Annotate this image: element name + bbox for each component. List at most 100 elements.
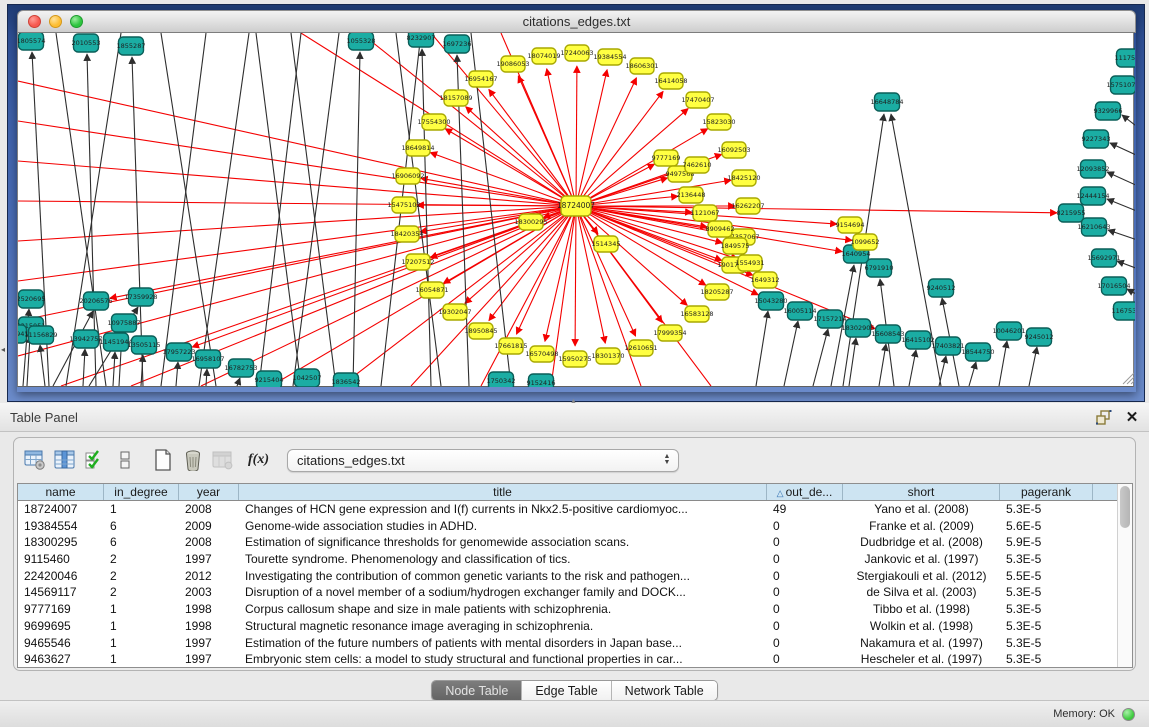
graph-node-yellow[interactable]: 1554931	[736, 255, 765, 271]
column-header-name[interactable]: name	[18, 484, 104, 500]
graph-node-yellow[interactable]: 17661815	[494, 338, 527, 354]
graph-node-yellow[interactable]: 15823030	[702, 114, 735, 130]
graph-node-teal[interactable]: 1055328	[347, 33, 376, 50]
row-height-icon[interactable]	[112, 447, 138, 473]
graph-node-teal[interactable]: 20206576	[79, 292, 112, 310]
graph-node-yellow[interactable]: 1849575	[721, 238, 750, 254]
graph-node-teal[interactable]: 6791910	[865, 259, 894, 277]
graph-node-teal[interactable]: 17359928	[124, 288, 157, 306]
scrollbar-thumb[interactable]	[1120, 486, 1130, 528]
table-settings-icon[interactable]	[22, 447, 48, 473]
table-row[interactable]: 946362711997Embryonic stem cells: a mode…	[18, 651, 1117, 667]
table-row[interactable]: 2242004622012Investigating the contribut…	[18, 568, 1117, 585]
graph-node-yellow[interactable]: 9777169	[652, 150, 681, 166]
graph-node-teal[interactable]: 8215955	[1057, 204, 1086, 222]
table-row[interactable]: 911546021997Tourette syndrome. Phenomeno…	[18, 551, 1117, 568]
graph-node-teal[interactable]: 9245012	[1025, 328, 1054, 346]
table-row[interactable]: 1456911722003Disruption of a novel membe…	[18, 584, 1117, 601]
graph-node-teal[interactable]: 8232907	[407, 33, 436, 47]
table-row[interactable]: 1830029562008Estimation of significance …	[18, 534, 1117, 551]
graph-node-yellow[interactable]: 16092503	[717, 142, 750, 158]
graph-node-teal[interactable]: 13505115	[127, 336, 160, 354]
new-table-icon[interactable]	[150, 447, 176, 473]
graph-node-yellow[interactable]: 18606301	[625, 58, 658, 74]
graph-node-yellow[interactable]: 18950845	[464, 323, 497, 339]
graph-node-yellow[interactable]: 17999354	[653, 325, 686, 341]
graph-node-teal[interactable]: 1836542	[332, 373, 361, 387]
graph-node-teal[interactable]: 12444154	[1076, 187, 1109, 205]
graph-node-teal[interactable]: 16958107	[191, 350, 224, 368]
table-row[interactable]: 1872400712008Changes of HCN gene express…	[18, 501, 1117, 518]
graph-node-yellow[interactable]: 15475102	[387, 197, 420, 213]
graph-node-yellow[interactable]: 18300295	[514, 214, 547, 230]
network-canvas[interactable]: 1805574201055318552871055328823290716972…	[17, 33, 1134, 387]
graph-node-teal[interactable]: 16648784	[870, 93, 903, 111]
graph-node-teal[interactable]: 1805574	[18, 33, 45, 50]
float-panel-button[interactable]	[1093, 407, 1115, 427]
graph-node-teal[interactable]: 10046201	[992, 322, 1025, 340]
graph-node-yellow[interactable]: 18205287	[700, 284, 733, 300]
graph-node-teal[interactable]: 9215404	[255, 371, 284, 387]
tab-node-table[interactable]: Node Table	[432, 681, 522, 700]
graph-node-teal[interactable]: 2520695	[18, 290, 45, 308]
graph-node-teal[interactable]: 18544750	[961, 343, 994, 361]
column-header-outde[interactable]: △out_de...	[767, 484, 843, 500]
column-header-pagerank[interactable]: pagerank	[1000, 484, 1093, 500]
graph-node-yellow[interactable]: 17554300	[417, 114, 450, 130]
graph-node-teal[interactable]: 10975887	[107, 314, 140, 332]
graph-node-yellow[interactable]: 17207512	[401, 254, 434, 270]
canvas-resize-grip[interactable]	[1123, 373, 1134, 384]
graph-node-yellow[interactable]: 17240063	[560, 45, 593, 61]
graph-node-teal[interactable]: 13942757	[69, 330, 102, 348]
network-window-titlebar[interactable]: citations_edges.txt	[17, 10, 1136, 33]
graph-node-teal[interactable]: 18302905	[841, 319, 874, 337]
graph-node-yellow[interactable]: 18724007	[557, 196, 595, 216]
table-row[interactable]: 969969511998Structural magnetic resonanc…	[18, 618, 1117, 635]
table-vertical-scrollbar[interactable]	[1117, 484, 1132, 667]
graph-node-yellow[interactable]: 18157089	[439, 90, 472, 106]
graph-node-yellow[interactable]: 8909462	[706, 221, 735, 237]
graph-node-teal[interactable]: 1167531	[1112, 302, 1135, 320]
column-header-year[interactable]: year	[179, 484, 239, 500]
graph-node-yellow[interactable]: 17470407	[681, 92, 714, 108]
graph-node-yellow[interactable]: 18301370	[591, 348, 624, 364]
table-row[interactable]: 1938455462009Genome-wide association stu…	[18, 518, 1117, 535]
column-header-title[interactable]: title	[239, 484, 767, 500]
graph-node-yellow[interactable]: 18649814	[401, 140, 434, 156]
column-header-indegree[interactable]: in_degree	[104, 484, 179, 500]
graph-node-teal[interactable]: 9240512	[927, 279, 956, 297]
graph-node-yellow[interactable]: 16906092	[391, 168, 424, 184]
panel-collapse-arrow-icon[interactable]: ◂	[1, 345, 5, 354]
graph-node-teal[interactable]: 16782753	[224, 359, 257, 377]
graph-node-yellow[interactable]: 19086053	[496, 56, 529, 72]
tab-network-table[interactable]: Network Table	[612, 681, 717, 700]
graph-node-yellow[interactable]: 15950275	[558, 351, 591, 367]
graph-node-teal[interactable]: 9152416	[527, 374, 556, 387]
graph-node-yellow[interactable]: 7462610	[683, 157, 712, 173]
graph-node-yellow[interactable]: 19384554	[593, 49, 626, 65]
graph-node-yellow[interactable]: 16570498	[525, 346, 558, 362]
graph-node-yellow[interactable]: 1121067	[691, 205, 720, 221]
graph-node-teal[interactable]: 15751074	[1106, 76, 1135, 94]
graph-node-teal[interactable]: 17016504	[1097, 277, 1130, 295]
graph-node-teal[interactable]: 9329966	[1094, 102, 1123, 120]
graph-node-yellow[interactable]: 16262207	[731, 198, 764, 214]
graph-node-yellow[interactable]: 1099652	[851, 234, 880, 250]
table-row[interactable]: 977716911998Corpus callosum shape and si…	[18, 601, 1117, 618]
graph-node-teal[interactable]: 17403821	[931, 337, 964, 355]
tab-edge-table[interactable]: Edge Table	[522, 681, 611, 700]
delete-table-icon[interactable]	[180, 447, 206, 473]
graph-node-teal[interactable]: 12093852	[1076, 160, 1109, 178]
graph-node-teal[interactable]: 16005114	[783, 302, 816, 320]
graph-node-teal[interactable]: 1855287	[117, 37, 146, 55]
graph-node-yellow[interactable]: 16954167	[464, 71, 497, 87]
graph-node-yellow[interactable]: 16054871	[415, 282, 448, 298]
graph-node-teal[interactable]: 1042507	[293, 369, 322, 387]
graph-node-yellow[interactable]: 1649312	[751, 272, 780, 288]
graph-node-teal[interactable]: 1697236	[443, 35, 472, 53]
memory-status-indicator[interactable]	[1122, 708, 1135, 721]
graph-node-teal[interactable]: 16415102	[901, 331, 934, 349]
graph-node-yellow[interactable]: 19302047	[438, 304, 471, 320]
table-row[interactable]: 946554611997Estimation of the future num…	[18, 635, 1117, 652]
graph-node-yellow[interactable]: 18074019	[527, 48, 560, 64]
